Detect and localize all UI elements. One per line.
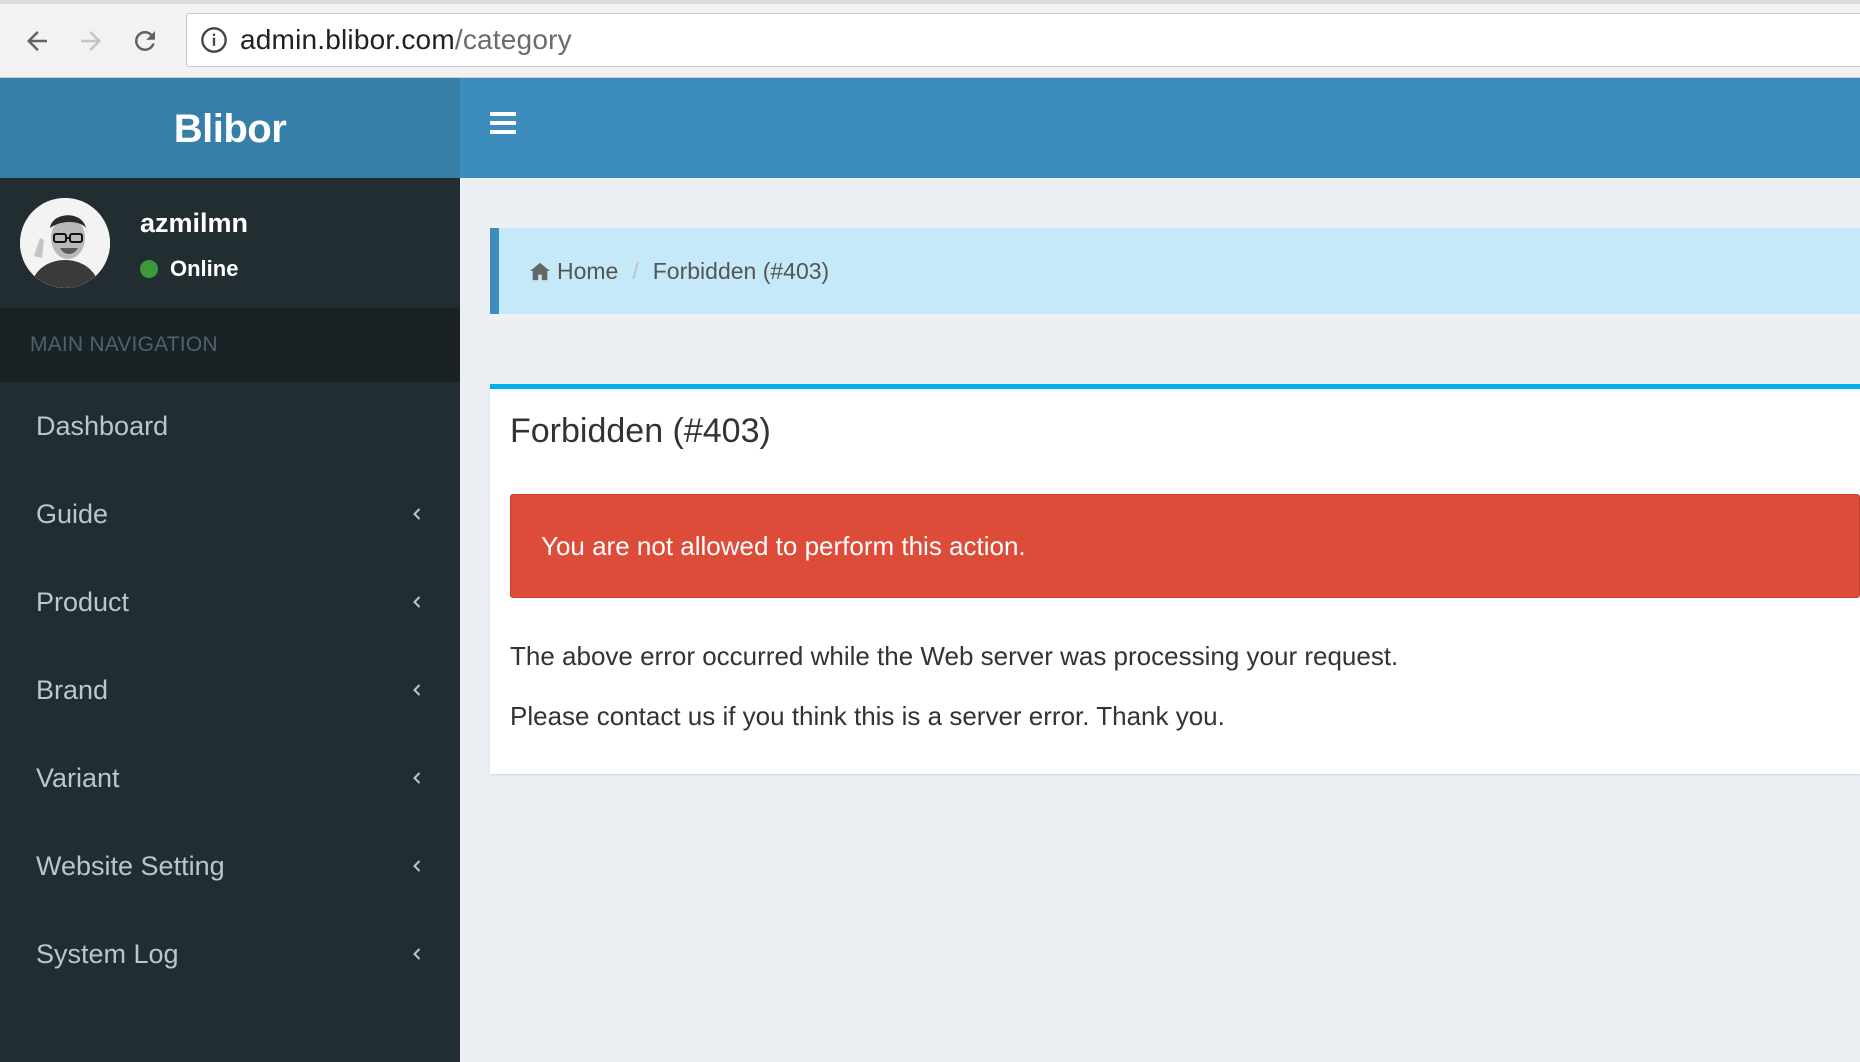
error-message-2: Please contact us if you think this is a… [510,701,1225,731]
user-name: azmilmn [140,208,249,238]
breadcrumb-home-link[interactable]: Home [529,258,618,285]
status-text: Online [170,256,239,281]
sidebar-item-guide[interactable]: Guide [0,470,460,558]
chevron-left-icon [413,508,421,520]
reload-button[interactable] [124,20,166,62]
menu-toggle-icon[interactable] [490,112,516,134]
breadcrumb-separator: / [632,257,639,284]
url-host: admin.blibor.com [240,24,455,55]
browser-toolbar: admin.blibor.com/category [0,0,1860,78]
chevron-left-icon [413,860,421,872]
sidebar-menu: Dashboard Guide Product Brand Variant We… [0,382,460,998]
error-title: Forbidden (#403) [510,412,771,450]
sidebar-item-variant[interactable]: Variant [0,734,460,822]
sidebar-item-label: Product [36,586,130,617]
forward-button[interactable] [70,20,112,62]
error-box: Forbidden (#403) You are not allowed to … [490,384,1860,774]
forward-arrow-icon [81,31,101,51]
sidebar-item-label: Website Setting [36,850,225,881]
chevron-left-icon [413,684,421,696]
sidebar-item-label: Variant [36,762,120,793]
sidebar-item-product[interactable]: Product [0,558,460,646]
chevron-left-icon [413,596,421,608]
url-text: admin.blibor.com/category [240,24,572,56]
sidebar-item-label: Guide [36,498,109,529]
logo[interactable]: Blibor [174,107,287,152]
sidebar: azmilmn Online MAIN NAVIGATION Dashboard… [0,178,460,1062]
user-panel: azmilmn Online [0,178,460,308]
logo-bar[interactable]: Blibor [0,78,460,178]
error-alert-text: You are not allowed to perform this acti… [541,530,1026,561]
user-status: Online [140,256,238,282]
url-path: /category [454,24,572,55]
address-bar[interactable]: admin.blibor.com/category [186,13,1860,67]
sidebar-item-label: System Log [36,938,179,969]
error-alert: You are not allowed to perform this acti… [510,494,1860,598]
home-icon [530,262,550,281]
avatar [20,198,110,288]
breadcrumb-current: Forbidden (#403) [652,257,830,284]
breadcrumb-home-label: Home [557,257,619,284]
sidebar-item-label: Brand [36,674,109,705]
sidebar-item-dashboard[interactable]: Dashboard [0,382,460,470]
sidebar-item-label: Dashboard [36,410,169,441]
chevron-left-icon [413,772,421,784]
sidebar-item-system-log[interactable]: System Log [0,910,460,998]
top-navbar [460,78,1860,178]
online-status-icon [140,260,158,278]
error-message-1: The above error occurred while the Web s… [510,641,1399,671]
reload-icon [135,31,155,51]
tab-strip [0,0,1860,4]
sidebar-item-brand[interactable]: Brand [0,646,460,734]
back-button[interactable] [16,20,58,62]
chevron-left-icon [413,948,421,960]
breadcrumb: Home / Forbidden (#403) [490,228,1860,314]
back-arrow-icon [27,31,47,51]
main-navigation-header: MAIN NAVIGATION [0,308,460,382]
info-icon[interactable] [200,26,228,54]
sidebar-item-website-setting[interactable]: Website Setting [0,822,460,910]
